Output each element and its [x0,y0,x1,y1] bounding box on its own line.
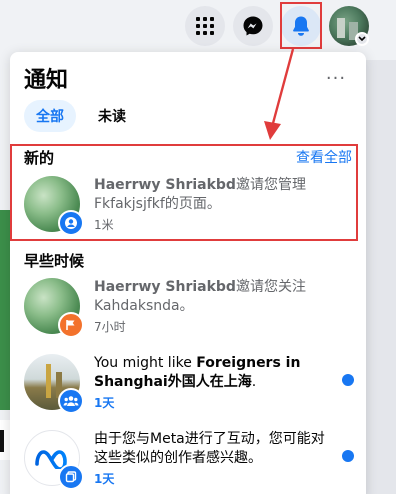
chevron-down-icon[interactable] [355,32,369,46]
apps-menu-button[interactable] [185,6,225,46]
background-image [0,210,10,410]
notification-time: 7小时 [94,320,126,334]
section-header-earlier: 早些时候 [24,252,85,270]
notification-text: Haerrwy Shriakbd邀请您管理Fkfakjsjfkf的页面。 [94,176,334,214]
tab-all[interactable]: 全部 [24,100,76,132]
notification-item[interactable]: Haerrwy Shriakbd邀请您管理Fkfakjsjfkf的页面。 1米 [18,170,358,250]
notification-text: Haerrwy Shriakbd邀请您关注Kahdaksnda。 [94,278,334,316]
notification-time: 1天 [94,396,115,410]
section-header-new: 新的 [24,149,55,167]
top-navigation-bar [0,0,396,52]
notification-item[interactable]: 由于您与Meta进行了互动，您可能对这些类似的创作者感兴趣。 1天 [18,424,358,494]
see-all-link[interactable]: 查看全部 [296,147,352,167]
notification-prefix: You might like [94,355,197,371]
more-options-button[interactable]: ··· [318,64,354,92]
notification-actor: Haerrwy Shriakbd [94,177,236,193]
background-page [366,60,396,494]
tab-unread[interactable]: 未读 [86,100,138,132]
notification-time: 1米 [94,218,114,232]
notification-time: 1天 [94,472,115,486]
annotation-arrow [264,48,295,140]
messenger-button[interactable] [233,6,273,46]
apps-grid-icon [196,17,214,35]
notifications-panel: 通知 ··· 全部 未读 新的 查看全部 Haerrwy Shriakbd邀请您… [10,52,366,494]
background-text [0,430,4,452]
group-icon [58,388,84,414]
notification-text: You might like Foreigners in Shanghai外国人… [94,354,334,392]
messenger-icon [243,16,263,36]
panel-title: 通知 [24,68,69,93]
notification-item[interactable]: You might like Foreigners in Shanghai外国人… [18,348,358,428]
flag-icon [58,312,84,338]
notification-actor: Haerrwy Shriakbd [94,279,236,295]
highlight-frame-bell [280,2,322,49]
notification-suffix: . [251,374,257,390]
profile-icon [58,210,84,236]
pages-icon [58,464,84,490]
unread-indicator [342,450,354,462]
notification-text: 由于您与Meta进行了互动，您可能对这些类似的创作者感兴趣。 [94,431,325,466]
unread-indicator [342,374,354,386]
notification-item[interactable]: Haerrwy Shriakbd邀请您关注Kahdaksnda。 7小时 [18,272,358,352]
